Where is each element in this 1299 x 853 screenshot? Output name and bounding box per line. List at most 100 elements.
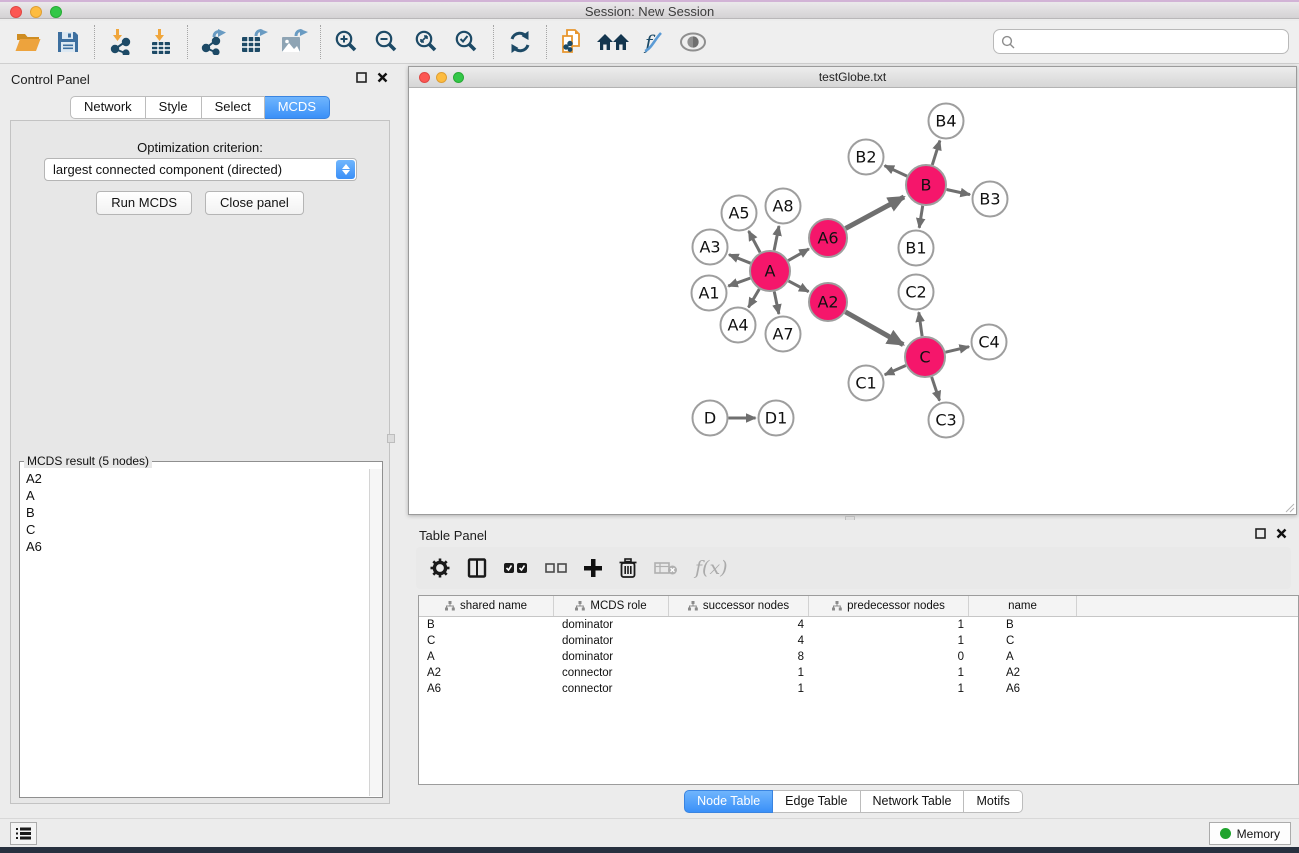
delete-column-trash-icon[interactable] (619, 558, 637, 578)
criterion-dropdown[interactable]: largest connected component (directed) (44, 158, 357, 181)
table-tab-edge-table[interactable]: Edge Table (773, 790, 860, 813)
node-A7[interactable]: A7 (766, 317, 801, 352)
table-tab-node-table[interactable]: Node Table (684, 790, 773, 813)
cell-predecessor-nodes[interactable]: 1 (809, 683, 969, 695)
float-panel-icon[interactable] (356, 72, 367, 83)
zoom-selected-icon[interactable] (447, 24, 487, 60)
tab-mcds[interactable]: MCDS (265, 96, 330, 119)
window-resize-grip[interactable] (1284, 502, 1295, 513)
cell-name[interactable]: A6 (969, 683, 1077, 695)
memory-button[interactable]: Memory (1209, 822, 1291, 845)
cell-name[interactable]: C (969, 635, 1077, 647)
node-B4[interactable]: B4 (929, 104, 964, 139)
cell-shared-name[interactable]: C (419, 635, 554, 647)
cell-successor-nodes[interactable]: 8 (669, 651, 809, 663)
export-image-icon[interactable] (274, 24, 314, 60)
close-table-panel-icon[interactable] (1276, 528, 1287, 539)
show-graphics-details-eye-icon[interactable] (673, 24, 713, 60)
edge-A-A5[interactable] (749, 231, 760, 252)
column-header-MCDS-role[interactable]: MCDS role (554, 596, 669, 616)
cell-shared-name[interactable]: B (419, 619, 554, 631)
edge-A-A7[interactable] (774, 292, 779, 314)
cell-predecessor-nodes[interactable]: 1 (809, 667, 969, 679)
node-A1[interactable]: A1 (692, 276, 727, 311)
node-B[interactable]: B (906, 165, 946, 205)
copy-network-icon[interactable] (553, 24, 593, 60)
tab-select[interactable]: Select (202, 96, 265, 119)
node-B1[interactable]: B1 (899, 231, 934, 266)
column-header-name[interactable]: name (969, 596, 1077, 616)
zoom-fit-icon[interactable] (407, 24, 447, 60)
import-network-icon[interactable] (101, 24, 141, 60)
edge-C-C4[interactable] (945, 347, 969, 353)
tab-network[interactable]: Network (70, 96, 146, 119)
node-B3[interactable]: B3 (973, 182, 1008, 217)
node-C1[interactable]: C1 (849, 366, 884, 401)
select-all-columns-icon[interactable] (504, 561, 528, 575)
cell-name[interactable]: B (969, 619, 1077, 631)
table-row[interactable]: Bdominator41B (419, 617, 1298, 633)
node-C2[interactable]: C2 (899, 275, 934, 310)
mcds-result-item[interactable]: A (21, 487, 368, 504)
edge-A6-B[interactable] (846, 197, 904, 229)
export-network-icon[interactable] (194, 24, 234, 60)
home-icon[interactable] (593, 24, 633, 60)
float-table-panel-icon[interactable] (1255, 528, 1266, 539)
create-column-plus-icon[interactable] (584, 559, 602, 577)
cell-MCDS-role[interactable]: dominator (554, 619, 669, 631)
node-A8[interactable]: A8 (766, 189, 801, 224)
cell-MCDS-role[interactable]: dominator (554, 651, 669, 663)
node-A5[interactable]: A5 (722, 196, 757, 231)
cell-successor-nodes[interactable]: 1 (669, 667, 809, 679)
node-C3[interactable]: C3 (929, 403, 964, 438)
node-A3[interactable]: A3 (693, 230, 728, 265)
column-header-predecessor-nodes[interactable]: predecessor nodes (809, 596, 969, 616)
table-row[interactable]: A6connector11A6 (419, 681, 1298, 697)
table-row[interactable]: Adominator80A (419, 649, 1298, 665)
node-table[interactable]: shared nameMCDS rolesuccessor nodesprede… (418, 595, 1299, 785)
open-session-icon[interactable] (8, 24, 48, 60)
cell-successor-nodes[interactable]: 4 (669, 635, 809, 647)
mcds-result-item[interactable]: A6 (21, 538, 368, 555)
node-D1[interactable]: D1 (759, 401, 794, 436)
edge-B-B3[interactable] (947, 189, 970, 194)
node-table-body[interactable]: Bdominator41BCdominator41CAdominator80AA… (419, 617, 1298, 697)
network-canvas[interactable]: AA1A3A5A8A4A7A6A2BB2B4B3B1CC2C4C1C3DD1 (409, 88, 1296, 514)
mcds-result-item[interactable]: C (21, 521, 368, 538)
show-columns-icon[interactable] (467, 558, 487, 578)
column-header-successor-nodes[interactable]: successor nodes (669, 596, 809, 616)
column-header-shared-name[interactable]: shared name (419, 596, 554, 616)
zoom-in-icon[interactable] (327, 24, 367, 60)
network-window-titlebar[interactable]: testGlobe.txt (409, 67, 1296, 88)
save-session-icon[interactable] (48, 24, 88, 60)
cell-shared-name[interactable]: A2 (419, 667, 554, 679)
network-graph[interactable]: AA1A3A5A8A4A7A6A2BB2B4B3B1CC2C4C1C3DD1 (409, 88, 1296, 514)
node-table-header[interactable]: shared nameMCDS rolesuccessor nodesprede… (419, 596, 1298, 617)
node-A4[interactable]: A4 (721, 308, 756, 343)
edge-A2-C[interactable] (845, 312, 903, 345)
cell-predecessor-nodes[interactable]: 1 (809, 619, 969, 631)
edge-A-A8[interactable] (774, 226, 779, 250)
cell-name[interactable]: A2 (969, 667, 1077, 679)
cell-name[interactable]: A (969, 651, 1077, 663)
table-options-gear-icon[interactable] (430, 558, 450, 578)
node-C4[interactable]: C4 (972, 325, 1007, 360)
table-tab-motifs[interactable]: Motifs (964, 790, 1022, 813)
edge-A-A4[interactable] (748, 289, 759, 307)
node-B2[interactable]: B2 (849, 140, 884, 175)
table-tab-network-table[interactable]: Network Table (861, 790, 965, 813)
search-input[interactable] (1020, 35, 1288, 49)
cell-shared-name[interactable]: A (419, 651, 554, 663)
node-A[interactable]: A (750, 251, 790, 291)
mcds-result-item[interactable]: A2 (21, 470, 368, 487)
tab-style[interactable]: Style (146, 96, 202, 119)
run-mcds-button[interactable]: Run MCDS (96, 191, 192, 215)
edge-B-B1[interactable] (919, 206, 922, 228)
node-A2[interactable]: A2 (809, 283, 847, 321)
table-row[interactable]: A2connector11A2 (419, 665, 1298, 681)
cell-MCDS-role[interactable]: connector (554, 667, 669, 679)
mcds-result-list[interactable]: A2ABCA6 (21, 470, 368, 796)
refresh-icon[interactable] (500, 24, 540, 60)
cell-MCDS-role[interactable]: connector (554, 683, 669, 695)
edge-B-B4[interactable] (932, 141, 940, 165)
